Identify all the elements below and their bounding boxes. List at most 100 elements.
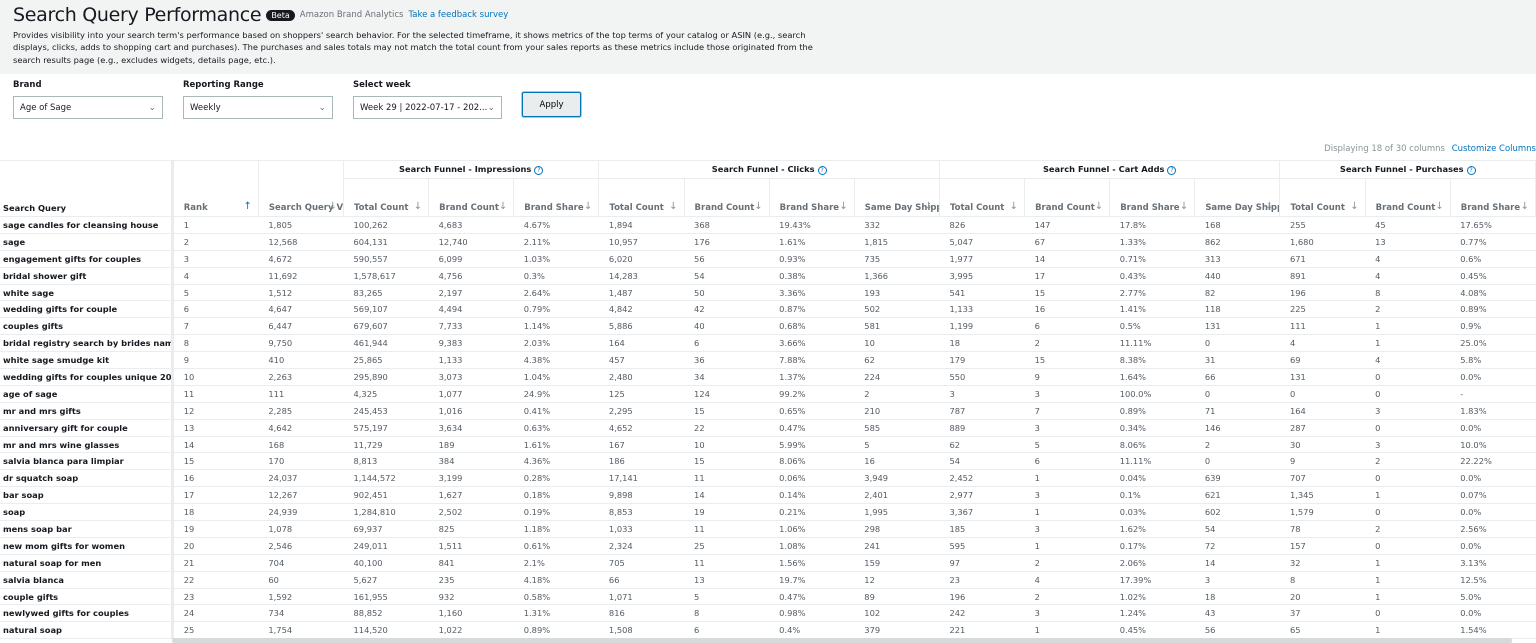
column-header-same-day-shipping-speed[interactable]: Same Day Shipping Speed↓ xyxy=(854,178,940,217)
column-header-total-count[interactable]: Total Count ↓ xyxy=(1279,178,1366,217)
table-row[interactable]: natural soap 25 1,754 114,520 1,022 0.89% 1,50… xyxy=(0,621,1536,640)
sort-icon[interactable]: ↓ xyxy=(584,202,592,212)
column-header-same-day-shipping-speed[interactable]: Same Day Shipping Speed↓ xyxy=(1194,178,1281,217)
table-row[interactable]: bar soap 17 12,267 902,451 1,627 0.18% 9,898 14… xyxy=(0,486,1536,505)
cell-total-count: 25,865 xyxy=(343,351,429,370)
table-row[interactable]: sage candles for cleansing house 1 1,805 10… xyxy=(0,216,1536,234)
search-query-cell[interactable]: wedding gifts for couples unique 2022 xyxy=(0,368,174,386)
cell-rank: 3 xyxy=(172,250,259,268)
search-query-cell[interactable]: mr and mrs wine glasses xyxy=(0,436,174,454)
help-icon[interactable]: ? xyxy=(1167,166,1177,175)
search-query-cell[interactable]: newlywed gifts for couples xyxy=(0,604,174,623)
table-row[interactable]: bridal registry search by brides name 8 9,… xyxy=(0,334,1536,353)
help-icon[interactable]: ? xyxy=(817,166,827,175)
search-query-cell[interactable]: new mom gifts for women xyxy=(0,537,174,555)
cell-brand-share: 1.08% xyxy=(769,537,855,555)
column-header-brand-share[interactable]: Brand Share ↓ xyxy=(1109,178,1196,217)
search-query-cell[interactable]: bridal registry search by brides name xyxy=(0,334,174,353)
help-icon[interactable]: ? xyxy=(534,166,544,175)
sort-icon[interactable]: ↓ xyxy=(329,202,337,212)
sort-icon[interactable]: ↓ xyxy=(499,202,507,212)
table-row[interactable]: new mom gifts for women 20 2,546 249,011 1,5… xyxy=(0,537,1536,555)
table-row[interactable]: wedding gifts for couple 6 4,647 569,107 4,4… xyxy=(0,300,1536,319)
sort-icon[interactable]: ↓ xyxy=(414,202,422,212)
sort-icon[interactable]: ↓ xyxy=(1010,202,1018,212)
column-header-brand-share[interactable]: Brand Share ↓ xyxy=(513,178,600,217)
search-query-cell[interactable]: soap xyxy=(0,503,174,522)
table-row[interactable]: natural soap for men 21 704 40,100 841 2.1% 70… xyxy=(0,554,1536,572)
sort-icon[interactable]: ↓ xyxy=(1435,202,1443,212)
search-query-cell[interactable]: sage candles for cleansing house xyxy=(0,216,174,234)
table-row[interactable]: mr and mrs wine glasses 14 168 11,729 189 1.6… xyxy=(0,436,1536,454)
search-query-cell[interactable]: sage xyxy=(0,233,174,251)
sort-icon[interactable]: ↓ xyxy=(1521,202,1529,212)
table-row[interactable]: mr and mrs gifts 12 2,285 245,453 1,016 0.41%… xyxy=(0,402,1536,420)
column-header-brand-count[interactable]: Brand Count ↓ xyxy=(428,178,515,217)
table-row[interactable]: soap 18 24,939 1,284,810 2,502 0.19% 8,853 19 0.… xyxy=(0,503,1536,522)
search-query-cell[interactable]: salvia blanca para limpiar xyxy=(0,452,174,471)
sort-icon[interactable]: ↓ xyxy=(1350,202,1358,212)
table-row[interactable]: sage 2 12,568 604,131 12,740 2.11% 10,957 176 1.… xyxy=(0,233,1536,251)
search-query-cell[interactable]: bridal shower gift xyxy=(0,267,174,285)
search-query-cell[interactable]: natural soap for men xyxy=(0,554,174,572)
table-row[interactable]: couple gifts 23 1,592 161,955 932 0.58% 1,071 5… xyxy=(0,588,1536,606)
search-query-cell[interactable]: wedding gifts for couple xyxy=(0,300,174,319)
sort-icon[interactable]: ↓ xyxy=(925,202,933,212)
horizontal-scrollbar[interactable] xyxy=(172,638,1512,643)
cell-brand-share: 25.0% xyxy=(1450,334,1536,353)
search-query-cell[interactable]: white sage smudge kit xyxy=(0,351,174,370)
table-row[interactable]: dr squatch soap 16 24,037 1,144,572 3,199 0.2… xyxy=(0,469,1536,488)
cell-brand-share: 1.31% xyxy=(513,604,599,623)
table-row[interactable]: age of sage 11 111 4,325 1,077 24.9% 125 124 99.… xyxy=(0,385,1536,403)
table-row[interactable]: wedding gifts for couples unique 2022 10 2… xyxy=(0,368,1536,386)
table-row[interactable]: salvia blanca 22 60 5,627 235 4.18% 66 13 19.7% 1… xyxy=(0,571,1536,589)
table-row[interactable]: bridal shower gift 4 11,692 1,578,617 4,756 0… xyxy=(0,267,1536,285)
sort-icon[interactable]: ↓ xyxy=(1265,202,1273,212)
sort-ascending-icon[interactable]: ↑ xyxy=(244,202,252,212)
table-row[interactable]: white sage 5 1,512 83,265 2,197 2.64% 1,487 50 3… xyxy=(0,284,1536,302)
table-row[interactable]: engagement gifts for couples 3 4,672 590,55… xyxy=(0,250,1536,268)
table-row[interactable]: newlywed gifts for couples 24 734 88,852 1,1… xyxy=(0,604,1536,623)
column-header-search-query[interactable]: Search Query xyxy=(0,160,174,217)
sort-icon[interactable]: ↓ xyxy=(1180,202,1188,212)
search-query-cell[interactable]: mr and mrs gifts xyxy=(0,402,174,420)
search-query-cell[interactable]: couples gifts xyxy=(0,317,174,336)
apply-button[interactable]: Apply xyxy=(522,92,581,117)
column-header-search-query-volume[interactable]: Search Query Volume↓ xyxy=(258,160,345,217)
search-query-cell[interactable]: natural soap xyxy=(0,621,174,640)
cell-rank: 17 xyxy=(172,486,259,505)
column-header-rank[interactable]: Rank ↑ xyxy=(172,160,259,217)
help-icon[interactable]: ? xyxy=(1466,166,1476,175)
sort-icon[interactable]: ↓ xyxy=(669,202,677,212)
search-query-cell[interactable]: age of sage xyxy=(0,385,174,403)
sort-icon[interactable]: ↓ xyxy=(754,202,762,212)
week-select[interactable]: Week 29 | 2022-07-17 - 202... ⌄ xyxy=(353,96,502,119)
customize-columns-link[interactable]: Customize Columns xyxy=(1452,144,1536,154)
search-query-cell[interactable]: salvia blanca xyxy=(0,571,174,589)
feedback-survey-link[interactable]: Take a feedback survey xyxy=(408,10,508,20)
sort-icon[interactable]: ↓ xyxy=(1095,202,1103,212)
search-query-cell[interactable]: white sage xyxy=(0,284,174,302)
search-query-cell[interactable]: anniversary gift for couple xyxy=(0,419,174,437)
table-row[interactable]: white sage smudge kit 9 410 25,865 1,133 4.38… xyxy=(0,351,1536,370)
table-row[interactable]: couples gifts 7 6,447 679,607 7,733 1.14% 5,88… xyxy=(0,317,1536,336)
table-row[interactable]: anniversary gift for couple 13 4,642 575,19… xyxy=(0,419,1536,437)
range-select[interactable]: Weekly ⌄ xyxy=(183,96,333,119)
search-query-cell[interactable]: engagement gifts for couples xyxy=(0,250,174,268)
column-header-brand-count[interactable]: Brand Count ↓ xyxy=(684,178,770,217)
sort-icon[interactable]: ↓ xyxy=(839,202,847,212)
table-row[interactable]: salvia blanca para limpiar 15 170 8,813 384 4… xyxy=(0,452,1536,471)
column-header-brand-count[interactable]: Brand Count ↓ xyxy=(1024,178,1111,217)
brand-select[interactable]: Age of Sage ⌄ xyxy=(13,96,163,119)
search-query-cell[interactable]: dr squatch soap xyxy=(0,469,174,488)
column-header-total-count[interactable]: Total Count ↓ xyxy=(343,178,430,217)
column-header-brand-count[interactable]: Brand Count ↓ xyxy=(1365,178,1451,217)
column-header-brand-share[interactable]: Brand Share ↓ xyxy=(769,178,855,217)
search-query-cell[interactable]: couple gifts xyxy=(0,588,174,606)
search-query-cell[interactable]: bar soap xyxy=(0,486,174,505)
column-header-total-count[interactable]: Total Count ↓ xyxy=(939,178,1026,217)
table-row[interactable]: mens soap bar 19 1,078 69,937 825 1.18% 1,033 1… xyxy=(0,520,1536,538)
column-header-brand-share[interactable]: Brand Share ↓ xyxy=(1450,178,1536,217)
column-header-total-count[interactable]: Total Count ↓ xyxy=(598,178,685,217)
search-query-cell[interactable]: mens soap bar xyxy=(0,520,174,538)
